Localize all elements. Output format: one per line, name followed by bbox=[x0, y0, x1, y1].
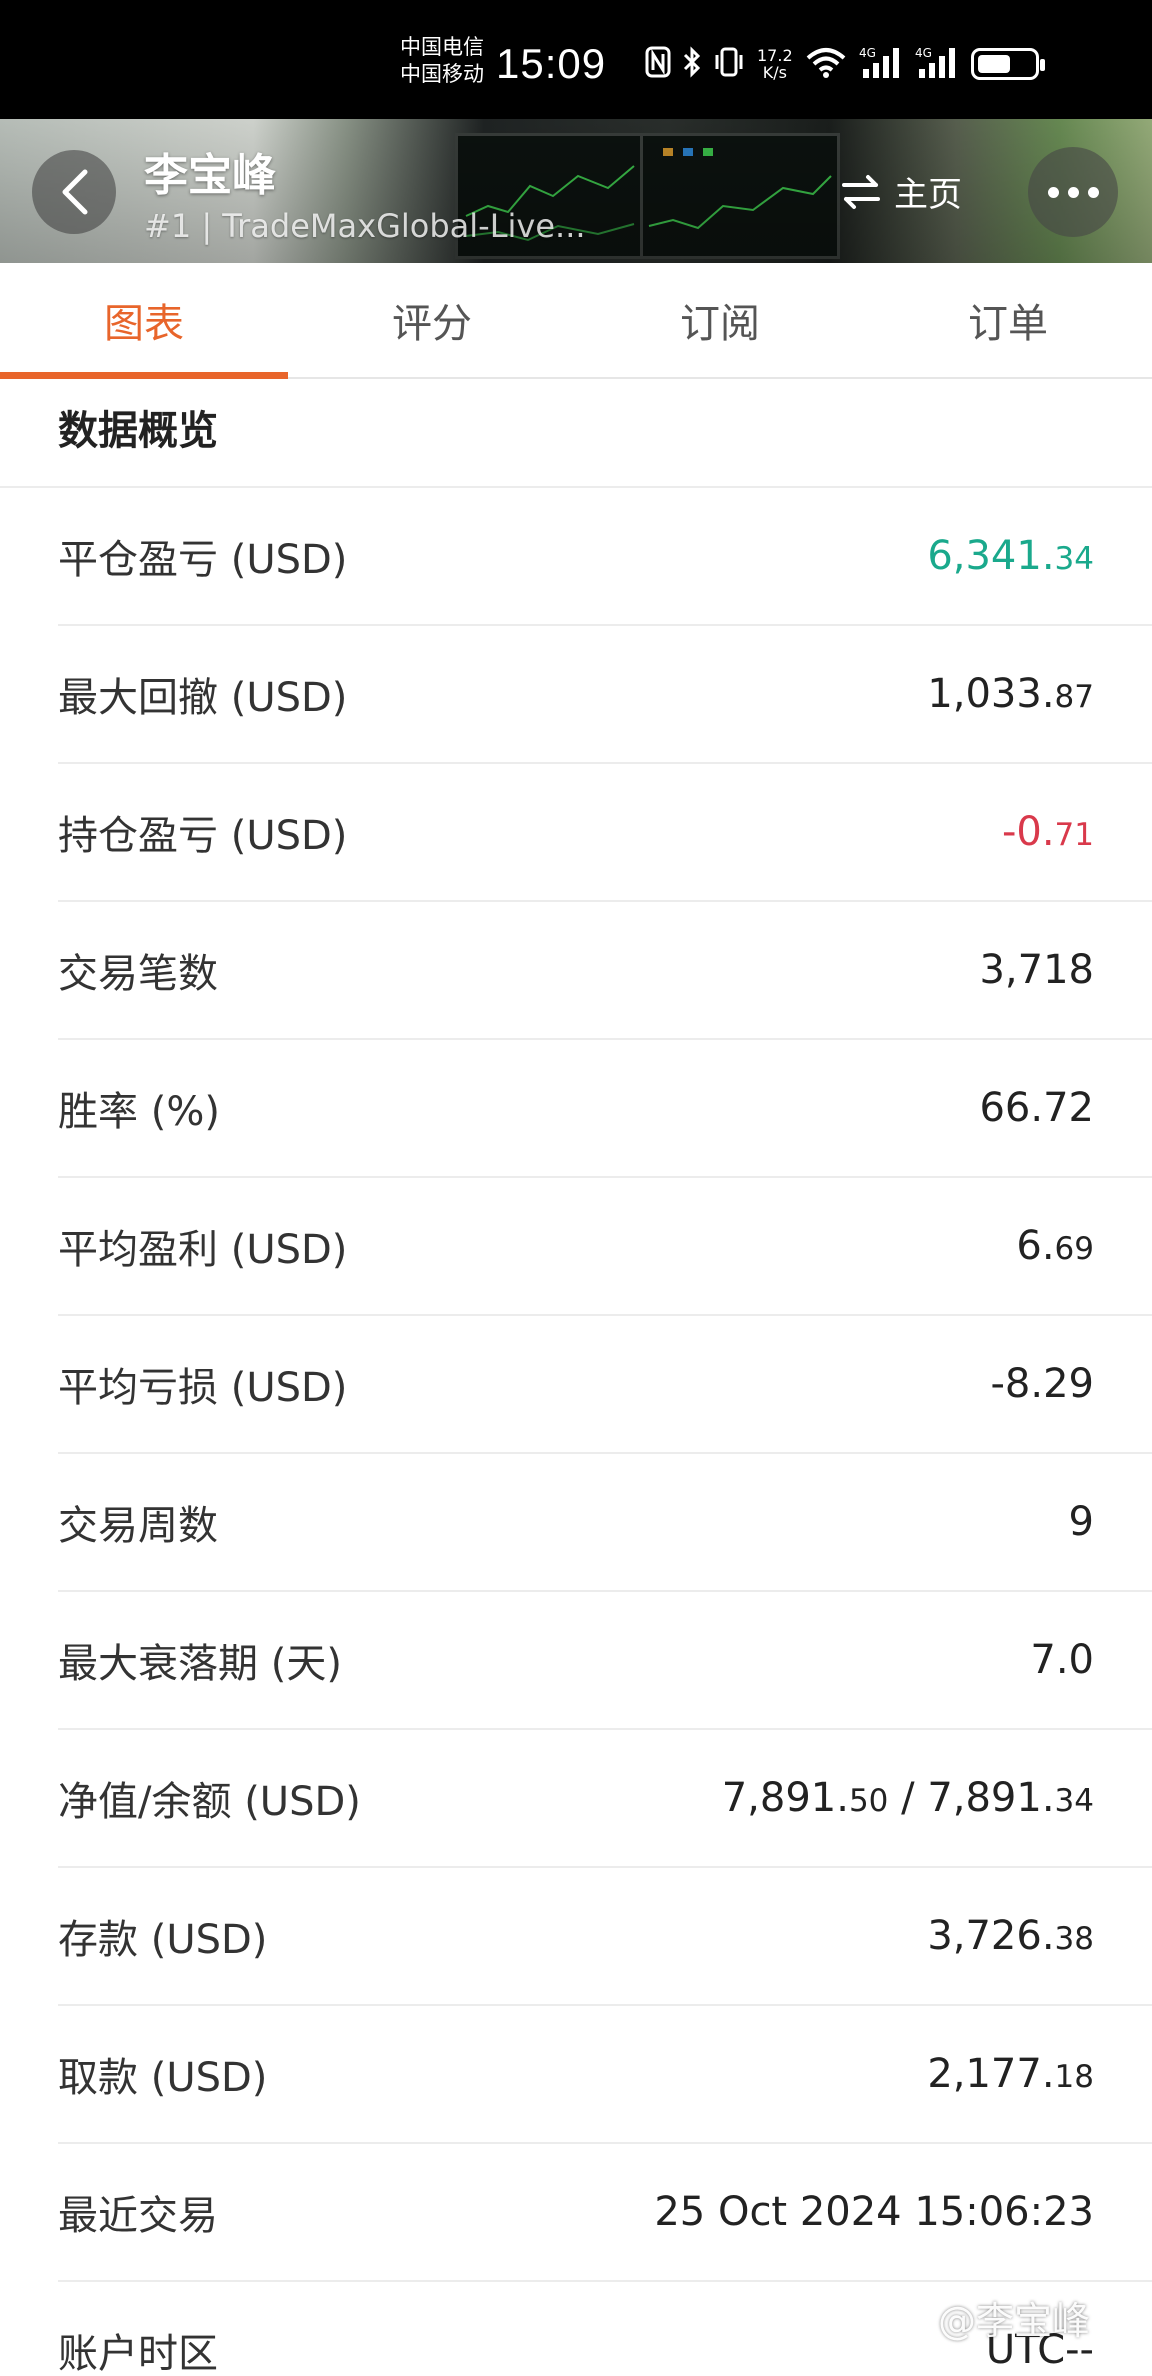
stat-value-main: 7.0 bbox=[1030, 1637, 1094, 1683]
watermark: @李宝峰 bbox=[938, 2299, 1091, 2343]
more-dot-icon bbox=[1087, 186, 1099, 198]
trader-name: 李宝峰 bbox=[144, 150, 276, 201]
status-icons: 17.2 K/s 4G 4G bbox=[645, 44, 1045, 84]
home-label: 主页 bbox=[894, 175, 962, 215]
stat-row: 最大回撤 (USD) 1,033.87 bbox=[58, 626, 1152, 764]
signal-1-label: 4G bbox=[859, 46, 876, 60]
stat-value-decimals: 38 bbox=[1054, 1921, 1094, 1957]
stat-value: 66.72 bbox=[979, 1085, 1094, 1131]
stat-value-main: 3,726. bbox=[927, 1913, 1055, 1959]
stat-label: 平均亏损 (USD) bbox=[58, 1365, 348, 1411]
stat-value: 25 Oct 2024 15:06:23 bbox=[654, 2189, 1094, 2235]
stat-row: 交易笔数 3,718 bbox=[58, 902, 1152, 1040]
stat-row: 平均盈利 (USD) 6.69 bbox=[58, 1178, 1152, 1316]
stat-value-main: 25 Oct 2024 15:06:23 bbox=[654, 2189, 1094, 2235]
stat-value: 7.0 bbox=[1030, 1637, 1094, 1683]
tab-orders[interactable]: 订单 bbox=[864, 263, 1152, 377]
stat-value-decimals: 34 bbox=[1054, 541, 1094, 577]
stat-value-main: / 7,891. bbox=[888, 1775, 1055, 1821]
stat-value-main: 2,177. bbox=[927, 2051, 1055, 2097]
stat-label: 平均盈利 (USD) bbox=[58, 1227, 348, 1273]
stat-value-main: -8.29 bbox=[990, 1361, 1095, 1407]
stat-value-main: 66.72 bbox=[979, 1085, 1094, 1131]
stat-value-decimals: 71 bbox=[1054, 817, 1094, 853]
stat-value-decimals: 18 bbox=[1054, 2059, 1094, 2095]
account-subtitle: #1 | TradeMaxGlobal-Live... bbox=[144, 207, 586, 245]
stat-row: 取款 (USD) 2,177.18 bbox=[58, 2006, 1152, 2144]
stat-value-main: 3,718 bbox=[979, 947, 1094, 993]
stat-value-decimals: 87 bbox=[1054, 679, 1094, 715]
stat-value: -8.29 bbox=[991, 1361, 1095, 1407]
stat-row: 持仓盈亏 (USD) -0.71 bbox=[58, 764, 1152, 902]
stat-label: 交易周数 bbox=[58, 1503, 218, 1549]
stat-label: 最近交易 bbox=[58, 2193, 218, 2239]
stat-label: 持仓盈亏 (USD) bbox=[58, 813, 348, 859]
stat-value: 3,718 bbox=[979, 947, 1094, 993]
stat-row: 净值/余额 (USD) 7,891.50 / 7,891.34 bbox=[58, 1730, 1152, 1868]
stat-row: 胜率 (%) 66.72 bbox=[58, 1040, 1152, 1178]
stat-value-main: -0. bbox=[1001, 809, 1055, 855]
stat-value: 2,177.18 bbox=[927, 2051, 1094, 2097]
clock: 15:09 bbox=[496, 40, 607, 87]
stat-label: 最大回撤 (USD) bbox=[58, 675, 348, 721]
stat-row: 最大衰落期 (天) 7.0 bbox=[58, 1592, 1152, 1730]
stat-label: 最大衰落期 (天) bbox=[58, 1641, 342, 1687]
stat-value: 1,033.87 bbox=[927, 671, 1094, 717]
bluetooth-icon bbox=[683, 46, 701, 82]
stat-label: 净值/余额 (USD) bbox=[58, 1779, 361, 1825]
stat-value: -0.71 bbox=[1002, 809, 1094, 855]
stats-list: 平仓盈亏 (USD) 6,341.34 最大回撤 (USD) 1,033.87 持仓盈亏… bbox=[0, 488, 1152, 2376]
stat-value: 7,891.50 / 7,891.34 bbox=[722, 1775, 1094, 1821]
stat-row: 平均亏损 (USD) -8.29 bbox=[58, 1316, 1152, 1454]
section-title: 数据概览 bbox=[58, 408, 218, 454]
stat-row: 交易周数 9 bbox=[58, 1454, 1152, 1592]
carrier-2: 中国移动 bbox=[400, 62, 484, 86]
stat-value-main: 9 bbox=[1068, 1499, 1094, 1545]
profile-header: 李宝峰 #1 | TradeMaxGlobal-Live... 主页 bbox=[0, 119, 1152, 263]
switch-arrows-icon bbox=[842, 174, 880, 209]
tab-bar: 图表 评分 订阅 订单 bbox=[0, 263, 1152, 379]
more-options-button[interactable] bbox=[1028, 147, 1118, 237]
net-speed: 17.2 K/s bbox=[757, 46, 793, 82]
stat-label: 胜率 (%) bbox=[58, 1089, 220, 1135]
stat-label: 交易笔数 bbox=[58, 951, 218, 997]
stat-label: 账户时区 bbox=[58, 2331, 218, 2376]
nfc-icon bbox=[645, 46, 671, 82]
stat-row: 存款 (USD) 3,726.38 bbox=[58, 1868, 1152, 2006]
stat-value-main: 7,891. bbox=[721, 1775, 849, 1821]
stat-value: 6,341.34 bbox=[927, 533, 1094, 579]
tab-chart[interactable]: 图表 bbox=[0, 263, 288, 379]
stat-value-main: 6. bbox=[1016, 1223, 1055, 1269]
chevron-left-icon bbox=[62, 169, 88, 215]
tab-subscribe[interactable]: 订阅 bbox=[576, 263, 864, 377]
stat-label: 平仓盈亏 (USD) bbox=[58, 537, 348, 583]
stat-value-decimals: 69 bbox=[1054, 1231, 1094, 1267]
stat-label: 存款 (USD) bbox=[58, 1917, 268, 1963]
stat-row: 最近交易 25 Oct 2024 15:06:23 bbox=[58, 2144, 1152, 2282]
more-dot-icon bbox=[1047, 186, 1059, 198]
status-bar: 中国电信 中国移动 15:09 17.2 K/s 4G 4G bbox=[0, 0, 1152, 119]
stat-value-decimals: 50 bbox=[848, 1783, 889, 1819]
stat-value: 9 bbox=[1069, 1499, 1094, 1545]
tab-rating[interactable]: 评分 bbox=[288, 263, 576, 377]
battery-icon bbox=[970, 48, 1045, 80]
stat-value: 6.69 bbox=[1016, 1223, 1094, 1269]
stat-label: 取款 (USD) bbox=[58, 2055, 268, 2101]
more-dot-icon bbox=[1067, 186, 1079, 198]
stat-value: 3,726.38 bbox=[927, 1913, 1094, 1959]
wifi-icon bbox=[805, 46, 847, 82]
stat-value-main: 6,341. bbox=[927, 533, 1055, 579]
vibrate-icon bbox=[713, 46, 745, 82]
home-button[interactable]: 主页 bbox=[840, 167, 962, 216]
stat-row: 平仓盈亏 (USD) 6,341.34 bbox=[58, 488, 1152, 626]
stat-value-main: 1,033. bbox=[927, 671, 1055, 717]
carrier-1: 中国电信 bbox=[400, 35, 484, 59]
carrier-names: 中国电信 中国移动 bbox=[400, 34, 484, 88]
back-button[interactable] bbox=[32, 150, 116, 234]
signal-icon: 4G bbox=[859, 45, 903, 83]
stat-value-decimals: 34 bbox=[1054, 1783, 1094, 1819]
signal-icon: 4G bbox=[915, 45, 959, 83]
signal-2-label: 4G bbox=[915, 46, 932, 60]
